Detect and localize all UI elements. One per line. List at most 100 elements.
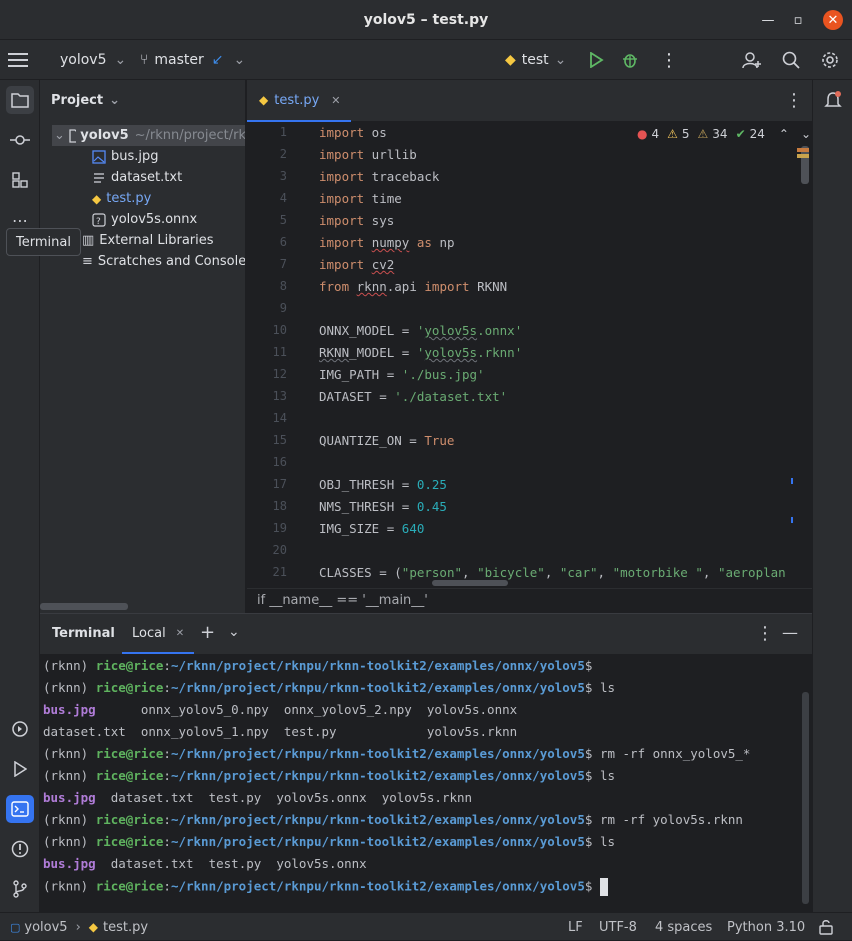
search-button[interactable] — [782, 40, 800, 80]
lock-icon[interactable] — [818, 913, 834, 941]
inspection-widget[interactable]: ● 4 ⚠ 5 ⚠ 34 ✔ 24 ⌃ ⌄ — [635, 127, 812, 141]
terminal-line: (rknn) rice@rice:~/rknn/project/rknpu/rk… — [43, 746, 751, 761]
code-line-5: import sys — [319, 213, 395, 228]
status-indent[interactable]: 4 spaces — [655, 913, 712, 941]
chevron-up-icon[interactable]: ⌃ — [779, 127, 789, 141]
more-actions-icon[interactable]: ⋮ — [660, 40, 678, 80]
run-button[interactable] — [588, 40, 604, 80]
main-menu-icon[interactable] — [8, 40, 28, 80]
status-project-label: yolov5 — [24, 919, 68, 935]
close-tab-icon[interactable]: ✕ — [331, 94, 340, 107]
terminal-tool-button[interactable] — [6, 795, 34, 823]
line-number: 3 — [279, 169, 287, 183]
editor-tab-test-py[interactable]: ◆ test.py ✕ — [247, 80, 351, 122]
services-tool-button[interactable] — [6, 715, 34, 743]
status-interpreter[interactable]: Python 3.10 — [727, 913, 805, 941]
notifications-button[interactable] — [819, 86, 847, 114]
ok-count: 24 — [749, 127, 765, 141]
warning-stripe-marker[interactable] — [797, 154, 809, 158]
project-tool-button[interactable] — [6, 86, 34, 114]
code-line-3: import traceback — [319, 169, 440, 184]
settings-button[interactable] — [821, 40, 839, 80]
line-number: 16 — [272, 455, 287, 469]
terminal-line: (rknn) rice@rice:~/rknn/project/rknpu/rk… — [43, 834, 615, 849]
tree-root-yolov5[interactable]: ⌄ yolov5 ~/rknn/project/rk — [52, 125, 245, 146]
maximize-button[interactable]: ▫ — [788, 10, 808, 30]
run-config-selector[interactable]: ◆ test ⌄ — [505, 40, 566, 80]
window-title: yolov5 – test.py — [363, 11, 489, 28]
status-project[interactable]: ▢ yolov5 › ◆ test.py — [10, 913, 148, 941]
code-line-12: IMG_PATH = './bus.jpg' — [319, 367, 485, 382]
main-toolbar: yolov5 ⌄ ⑂ master ↙ ⌄ ◆ test ⌄ ⋮ — [0, 40, 852, 80]
line-number: 19 — [272, 521, 287, 535]
code-line-4: import time — [319, 191, 402, 206]
minimize-button[interactable]: — — [758, 10, 778, 30]
close-tab-icon[interactable]: ✕ — [176, 628, 184, 639]
tree-item-external-libraries[interactable]: › ▥ External Libraries — [72, 230, 214, 251]
terminal-prompt[interactable]: (rknn) rice@rice:~/rknn/project/rknpu/rk… — [43, 878, 608, 896]
commit-icon — [10, 135, 30, 145]
folder-icon — [11, 93, 29, 108]
terminal-line: (rknn) rice@rice:~/rknn/project/rknpu/rk… — [43, 768, 615, 783]
code-editor[interactable]: 1 2 3 4 5 6 7 8 9 10 11 12 13 14 15 16 17 18 19 20 21 import… — [247, 122, 812, 588]
chevron-down-icon: ⌄ — [109, 93, 120, 108]
error-count: 4 — [651, 127, 660, 141]
terminal-line: (rknn) rice@rice:~/rknn/project/rknpu/rk… — [43, 812, 743, 827]
line-number: 9 — [279, 301, 287, 315]
tree-item-test-py[interactable]: ◆ test.py — [92, 188, 151, 209]
commit-tool-button[interactable] — [6, 126, 34, 154]
tree-item-yolov5s-onnx[interactable]: ? yolov5s.onnx — [92, 209, 197, 230]
hide-panel-icon[interactable]: — — [782, 623, 798, 642]
chevron-down-icon[interactable]: ⌄ — [228, 624, 240, 640]
branch-selector[interactable]: ⑂ master ↙ ⌄ — [140, 40, 245, 80]
terminal-title: Terminal — [52, 626, 115, 641]
code-line-21: CLASSES = ("person", "bicycle", "car", "… — [319, 565, 786, 580]
tree-item-scratches[interactable]: ≡ Scratches and Consoles — [72, 251, 245, 272]
status-file-label: test.py — [103, 919, 149, 935]
project-panel-title[interactable]: Project ⌄ — [51, 90, 120, 111]
breadcrumb[interactable]: if __name__ == '__main__' — [257, 593, 428, 608]
python-icon: ◆ — [88, 920, 99, 934]
structure-tool-button[interactable] — [6, 166, 34, 194]
terminal-output: dataset.txt onnx_yolov5_1.npy test.py yo… — [43, 724, 518, 739]
terminal-tab-local[interactable]: Local ✕ — [122, 614, 194, 654]
tab-options-icon[interactable]: ⋮ — [785, 90, 803, 111]
new-tab-icon[interactable]: + — [200, 622, 215, 643]
status-encoding[interactable]: UTF-8 — [599, 913, 637, 941]
module-icon: ▢ — [10, 920, 21, 934]
problems-tool-button[interactable] — [6, 835, 34, 863]
unknown-file-icon: ? — [92, 212, 106, 227]
close-button[interactable]: ✕ — [823, 10, 843, 30]
git-tool-button[interactable] — [6, 875, 34, 903]
terminal-output: bus.jpg dataset.txt test.py yolov5s.onnx… — [43, 790, 473, 805]
chevron-down-icon: ⌄ — [554, 52, 567, 68]
project-selector[interactable]: yolov5 ⌄ — [60, 40, 126, 80]
warning-count: 5 — [681, 127, 690, 141]
add-user-button[interactable] — [742, 40, 762, 80]
editor-horizontal-scrollbar[interactable] — [432, 580, 508, 586]
project-panel: Project ⌄ ⌄ yolov5 ~/rknn/project/rk bus… — [40, 80, 246, 613]
bell-icon — [824, 91, 842, 107]
terminal-scrollbar[interactable] — [802, 692, 809, 904]
run-config-label: test — [521, 52, 549, 68]
chevron-down-icon[interactable]: ⌄ — [801, 127, 811, 141]
terminal-options-icon[interactable]: ⋮ — [756, 623, 774, 644]
debug-button[interactable] — [621, 40, 639, 80]
tree-root-name: yolov5 — [80, 128, 129, 143]
line-number: 14 — [272, 411, 287, 425]
line-number: 15 — [272, 433, 287, 447]
error-stripe-marker[interactable] — [797, 148, 809, 152]
terminal-tooltip: Terminal — [6, 228, 81, 256]
scratches-icon: ≡ — [82, 254, 93, 269]
line-number: 6 — [279, 235, 287, 249]
tree-item-bus-jpg[interactable]: bus.jpg — [92, 146, 159, 167]
editor-breadcrumb-bar: if __name__ == '__main__' — [247, 588, 812, 613]
image-icon — [92, 149, 106, 164]
search-icon — [782, 51, 800, 69]
horizontal-scrollbar[interactable] — [40, 603, 128, 610]
run-tool-button[interactable] — [6, 755, 34, 783]
status-line-separator[interactable]: LF — [568, 913, 583, 941]
tree-item-dataset-txt[interactable]: dataset.txt — [92, 167, 182, 188]
code-line-2: import urllib — [319, 147, 417, 162]
terminal-line: (rknn) rice@rice:~/rknn/project/rknpu/rk… — [43, 680, 615, 695]
